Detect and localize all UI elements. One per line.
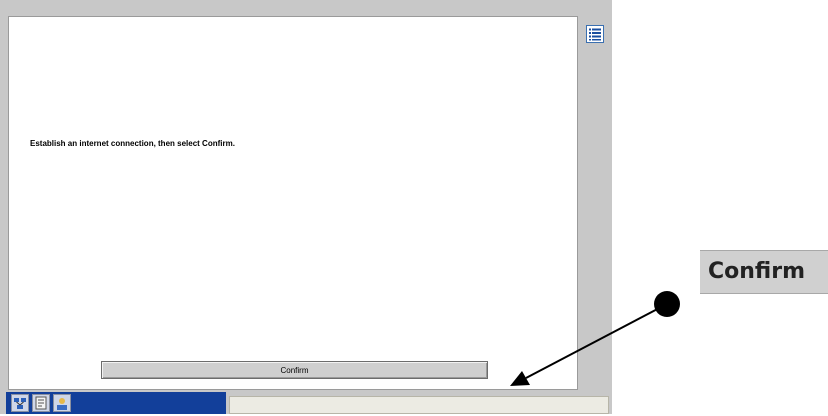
callout-dot	[654, 291, 680, 317]
callout-arrow	[510, 303, 668, 386]
zoomed-confirm-preview: Confirm	[700, 250, 828, 294]
zoomed-confirm-label: Confirm	[708, 259, 806, 284]
